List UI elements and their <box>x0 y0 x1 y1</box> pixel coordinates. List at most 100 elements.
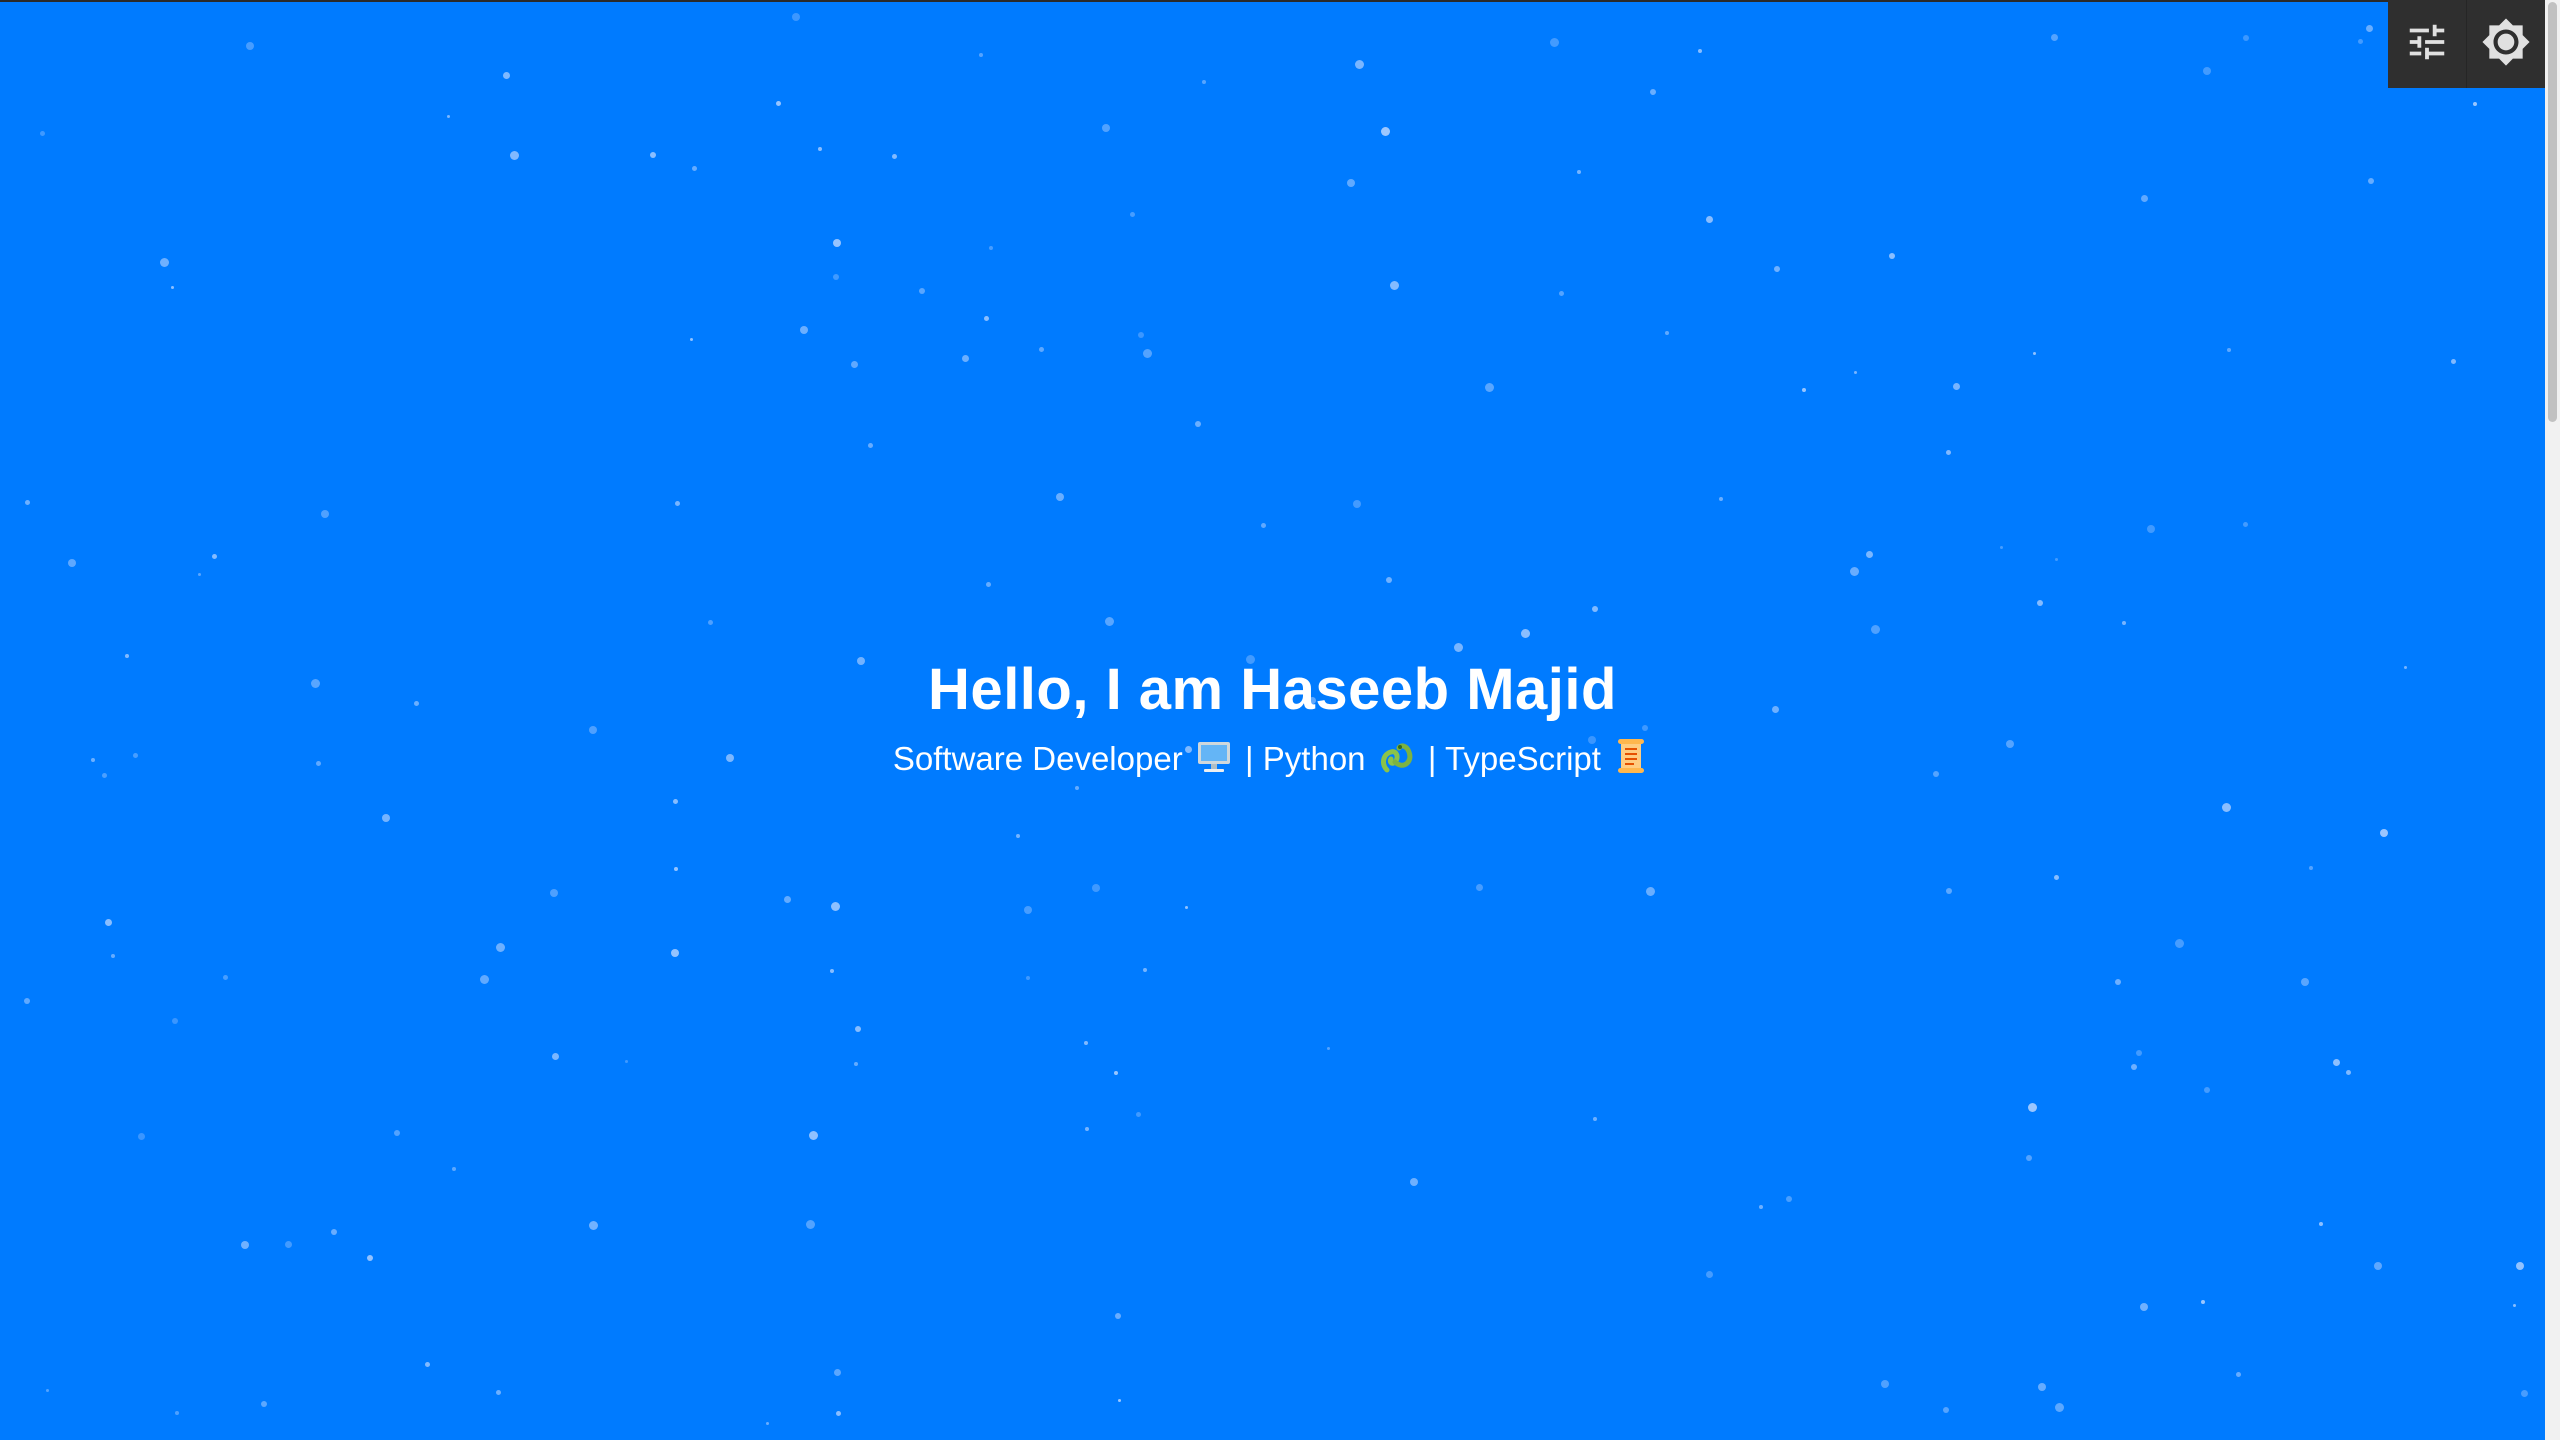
particle <box>708 620 713 625</box>
particle <box>1592 606 1598 612</box>
particle <box>480 975 489 984</box>
particle <box>1521 629 1530 638</box>
particle <box>2227 348 2231 352</box>
hero-section: Hello, I am Haseeb Majid Software Develo… <box>0 648 2545 788</box>
particle <box>625 1060 628 1063</box>
brightness-icon <box>2481 17 2531 72</box>
particle <box>831 902 840 911</box>
particle <box>1386 577 1392 583</box>
particle <box>2222 803 2231 812</box>
particle <box>1719 497 1723 501</box>
particle <box>962 355 969 362</box>
particle <box>367 1255 373 1261</box>
particle <box>452 1167 456 1171</box>
particle <box>1559 291 1564 296</box>
particle <box>1854 371 1857 374</box>
particle <box>1114 1071 1118 1075</box>
settings-button[interactable] <box>2388 0 2466 88</box>
particle <box>1261 523 1266 528</box>
particle <box>241 1241 249 1249</box>
particle <box>1327 1047 1330 1050</box>
particle <box>1850 567 1859 576</box>
role-text: Software Developer <box>892 740 1183 777</box>
particle <box>834 1369 841 1376</box>
particle <box>2301 978 2309 986</box>
particle <box>2203 67 2211 75</box>
particle <box>1138 332 1144 338</box>
particle <box>2201 1300 2205 1304</box>
particle <box>868 443 873 448</box>
particle <box>671 949 679 957</box>
particle <box>246 42 254 50</box>
particle <box>1889 253 1895 259</box>
snake-icon <box>1379 738 1415 788</box>
particle <box>160 258 169 267</box>
particle <box>1646 887 1655 896</box>
particle <box>2054 875 2059 880</box>
particle <box>1143 968 1147 972</box>
top-right-toolbar <box>2388 0 2545 88</box>
particle <box>1202 80 1206 84</box>
particle <box>1476 884 1483 891</box>
particle <box>111 954 115 958</box>
particle <box>1056 493 1064 501</box>
particle <box>1130 212 1135 217</box>
particle <box>2033 352 2036 355</box>
particle <box>2358 39 2363 44</box>
scrollbar[interactable] <box>2545 0 2560 1440</box>
particle <box>2175 939 2184 948</box>
scrollbar-thumb[interactable] <box>2548 2 2557 422</box>
particle <box>223 975 228 980</box>
particle <box>1039 347 1044 352</box>
computer-icon <box>1196 738 1232 788</box>
particle <box>2243 522 2248 527</box>
particle <box>1353 500 1361 508</box>
particle <box>2236 1372 2241 1377</box>
particle <box>1650 89 1656 95</box>
particle <box>552 1053 559 1060</box>
particle <box>1185 906 1188 909</box>
particle <box>1593 1117 1597 1121</box>
particle <box>175 1411 179 1415</box>
particle <box>673 799 678 804</box>
particle <box>425 1362 430 1367</box>
sliders-icon <box>2404 19 2450 70</box>
particle <box>979 53 983 57</box>
particle <box>650 152 656 158</box>
particle <box>2028 1103 2037 1112</box>
theme-toggle-button[interactable] <box>2466 0 2545 88</box>
particle <box>1024 906 1032 914</box>
particle <box>496 1390 501 1395</box>
particle <box>776 101 781 106</box>
particle <box>1665 331 1669 335</box>
particle <box>989 246 993 250</box>
particle <box>1026 976 1030 980</box>
particle <box>1143 349 1152 358</box>
particle <box>321 510 329 518</box>
particle <box>394 1130 400 1136</box>
particle <box>1881 1380 1889 1388</box>
particle <box>198 573 201 576</box>
particle <box>2516 1262 2524 1270</box>
particle <box>2141 195 2148 202</box>
particle <box>818 147 822 151</box>
page: Hello, I am Haseeb Majid Software Develo… <box>0 0 2560 1440</box>
particle <box>1195 421 1201 427</box>
particle <box>809 1131 818 1140</box>
particle <box>2140 1303 2148 1311</box>
particle <box>984 316 989 321</box>
particle <box>1698 49 1702 53</box>
particle <box>285 1241 292 1248</box>
particle <box>2333 1059 2340 1066</box>
particle <box>2055 1403 2064 1412</box>
particle <box>496 943 505 952</box>
particle <box>986 582 991 587</box>
particle <box>46 1389 49 1392</box>
particle <box>2136 1050 2142 1056</box>
particle <box>2368 178 2374 184</box>
particle <box>1390 281 1399 290</box>
particle <box>261 1401 267 1407</box>
particle <box>1953 383 1960 390</box>
particle <box>836 1411 841 1416</box>
particle <box>2513 1304 2516 1307</box>
